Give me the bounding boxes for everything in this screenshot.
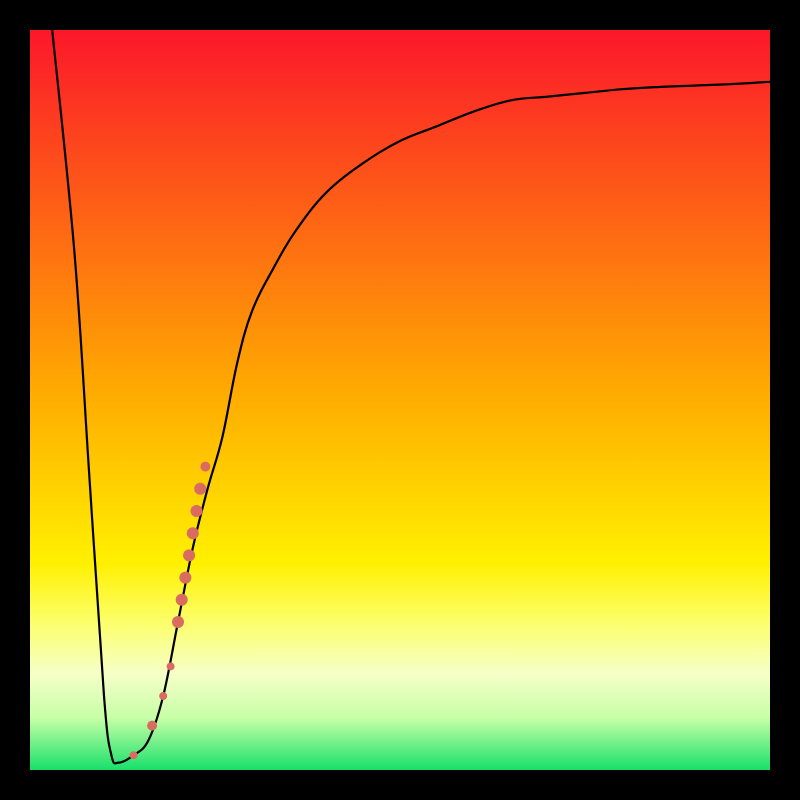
data-marker [159, 692, 167, 700]
data-marker [179, 572, 191, 584]
bottleneck-chart [30, 30, 770, 770]
data-marker [187, 527, 199, 539]
data-marker [147, 721, 157, 731]
data-marker [200, 462, 210, 472]
data-marker [194, 483, 206, 495]
data-marker [191, 505, 203, 517]
data-marker [172, 616, 184, 628]
data-marker [130, 751, 138, 759]
data-marker [176, 594, 188, 606]
data-marker [183, 549, 195, 561]
data-marker [167, 662, 175, 670]
plot-frame [0, 0, 800, 800]
